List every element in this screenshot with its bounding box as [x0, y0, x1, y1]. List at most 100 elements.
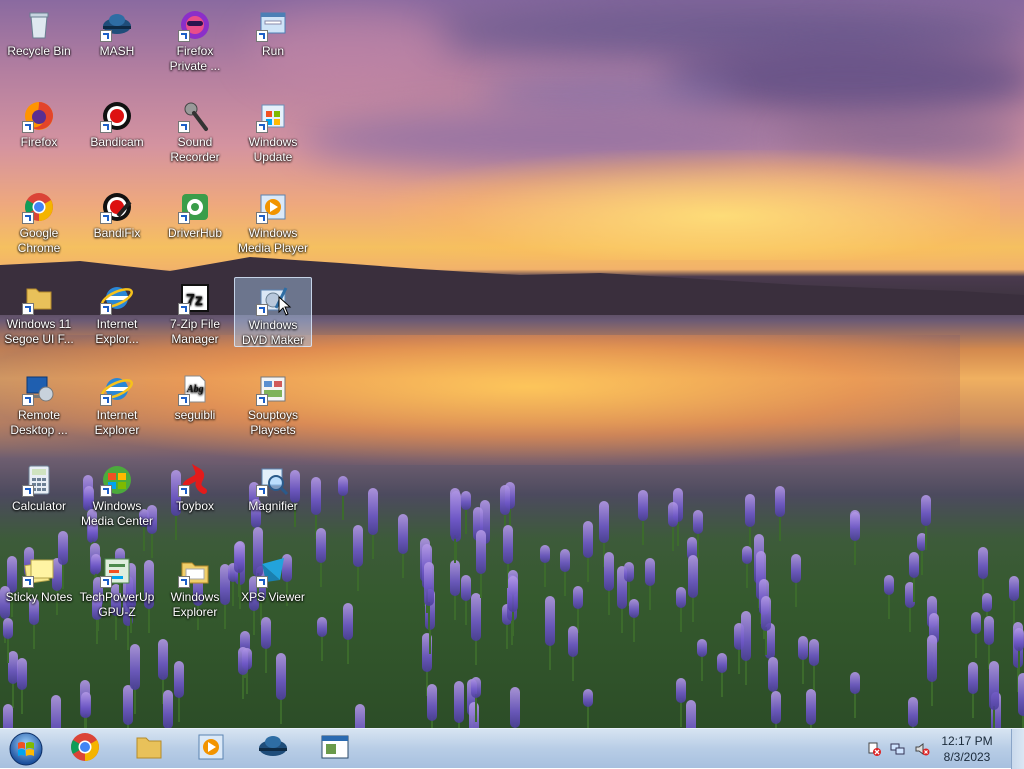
shortcut-arrow-icon — [22, 394, 34, 406]
desktop-icon-label: Windows Update — [248, 135, 298, 164]
desktop-icon-label: MASH — [99, 44, 135, 58]
desktop-background[interactable]: Recycle Bin MASH Firefox Private ... Run Fir… — [0, 0, 1024, 728]
bandicam-icon — [100, 99, 134, 133]
magnifier-icon — [256, 463, 290, 497]
shortcut-arrow-icon — [256, 485, 268, 497]
desktop-icon-driverhub[interactable]: DriverHub — [156, 186, 234, 256]
system-clock[interactable]: 12:17 PM 8/3/2023 — [936, 733, 998, 765]
show-desktop-button[interactable] — [1011, 729, 1024, 769]
desktop-icon-bandifix[interactable]: BandiFix — [78, 186, 156, 256]
shortcut-arrow-icon — [178, 212, 190, 224]
desktop-icon-label: BandiFix — [93, 226, 141, 240]
firefox-private-icon — [178, 8, 212, 42]
shortcut-arrow-icon — [178, 121, 190, 133]
recycle-bin-icon — [22, 8, 56, 42]
calculator-icon — [22, 463, 56, 497]
explorer-folder-icon — [178, 554, 212, 588]
xps-viewer-icon — [256, 554, 290, 588]
shortcut-arrow-icon — [100, 30, 112, 42]
shortcut-arrow-icon — [178, 394, 190, 406]
desktop-icon-label: Magnifier — [248, 499, 298, 513]
shortcut-arrow-icon — [22, 212, 34, 224]
desktop-icon-label: Toybox — [175, 499, 215, 513]
desktop-icon-remote-desktop[interactable]: Remote Desktop ... — [0, 368, 78, 438]
remote-desktop-icon — [22, 372, 56, 406]
desktop-icon-windows-media-player[interactable]: Windows Media Player — [234, 186, 312, 256]
desktop-icon-label: Windows Media Player — [237, 226, 309, 255]
shortcut-arrow-icon — [178, 485, 190, 497]
desktop-icon-mash[interactable]: MASH — [78, 4, 156, 74]
desktop-icon-calculator[interactable]: Calculator — [0, 459, 78, 529]
desktop-icon-seguibli[interactable]: Abg seguibli — [156, 368, 234, 438]
shortcut-arrow-icon — [256, 394, 268, 406]
desktop-icon-firefox-private[interactable]: Firefox Private ... — [156, 4, 234, 74]
shortcut-arrow-icon — [22, 303, 34, 315]
desktop-icon-label: Recycle Bin — [7, 44, 71, 58]
desktop-icon-windows-11-segoe-ui-f[interactable]: Windows 11 Segoe UI F... — [0, 277, 78, 347]
media-player-taskbar-button[interactable] — [188, 732, 234, 766]
window-icon — [318, 730, 352, 769]
desktop-icon-label: Calculator — [11, 499, 67, 513]
desktop-icon-souptoys-playsets[interactable]: Souptoys Playsets — [234, 368, 312, 438]
shortcut-arrow-icon — [100, 576, 112, 588]
desktop-icon-bandicam[interactable]: Bandicam — [78, 95, 156, 165]
run-icon — [256, 8, 290, 42]
desktop-icon-toybox[interactable]: Toybox — [156, 459, 234, 529]
desktop-icon-google-chrome[interactable]: Google Chrome — [0, 186, 78, 256]
window-taskbar-button[interactable] — [312, 732, 358, 766]
desktop-icon-internet-explor[interactable]: Internet Explor... — [78, 277, 156, 347]
desktop-icon-label: Google Chrome — [17, 226, 61, 255]
desktop-icon-label: Windows 11 Segoe UI F... — [4, 317, 74, 346]
action-center-icon[interactable] — [866, 741, 882, 757]
bandifix-icon — [100, 190, 134, 224]
desktop-icon-sound-recorder[interactable]: Sound Recorder — [156, 95, 234, 165]
shortcut-arrow-icon — [100, 394, 112, 406]
media-center-icon — [100, 463, 134, 497]
desktop-icon-label: Sound Recorder — [170, 135, 220, 164]
desktop-icon-internet-explorer[interactable]: Internet Explorer — [78, 368, 156, 438]
toybox-icon — [178, 463, 212, 497]
desktop-icon-label: Firefox — [20, 135, 58, 149]
folder-icon — [132, 730, 166, 769]
mash-icon — [100, 8, 134, 42]
desktop-icon-7-zip-file-manager[interactable]: 7z 7-Zip File Manager — [156, 277, 234, 347]
desktop-icon-magnifier[interactable]: Magnifier — [234, 459, 312, 529]
mash-taskbar-button[interactable] — [250, 732, 296, 766]
media-player-icon — [256, 190, 290, 224]
desktop-icon-label: Firefox Private ... — [169, 44, 221, 73]
microphone-icon — [178, 99, 212, 133]
volume-muted-icon[interactable] — [914, 741, 930, 757]
shortcut-arrow-icon — [100, 303, 112, 315]
desktop-icon-label: Internet Explorer — [94, 408, 140, 437]
desktop-icon-windows-explorer[interactable]: Windows Explorer — [156, 550, 234, 620]
shortcut-arrow-icon — [22, 576, 34, 588]
shortcut-arrow-icon — [100, 212, 112, 224]
driverhub-icon — [178, 190, 212, 224]
mash-icon — [256, 730, 290, 769]
desktop-icon-techpowerup-gpu-z[interactable]: TechPowerUp GPU-Z — [78, 550, 156, 620]
desktop-icon-windows-media-center[interactable]: Windows Media Center — [78, 459, 156, 529]
clock-time: 12:17 PM — [941, 734, 993, 748]
internet-explorer-icon — [100, 281, 134, 315]
desktop-icon-label: Windows DVD Maker — [241, 318, 304, 347]
chrome-taskbar-button[interactable] — [62, 732, 108, 766]
desktop-icon-sticky-notes[interactable]: Sticky Notes — [0, 550, 78, 620]
sticky-notes-icon — [22, 554, 56, 588]
shortcut-arrow-icon — [100, 485, 112, 497]
desktop-icon-windows-dvd-maker[interactable]: Windows DVD Maker — [234, 277, 312, 347]
desktop-icon-recycle-bin[interactable]: Recycle Bin — [0, 4, 78, 74]
shortcut-arrow-icon — [256, 30, 268, 42]
media-player-icon — [194, 730, 228, 769]
explorer-taskbar-button[interactable] — [126, 732, 172, 766]
desktop-icon-firefox[interactable]: Firefox — [0, 95, 78, 165]
desktop-icon-windows-update[interactable]: Windows Update — [234, 95, 312, 165]
network-icon[interactable] — [890, 741, 906, 757]
chrome-icon — [22, 190, 56, 224]
shortcut-arrow-icon — [256, 212, 268, 224]
start-button[interactable] — [2, 732, 50, 766]
desktop-icon-xps-viewer[interactable]: XPS Viewer — [234, 550, 312, 620]
clock-date: 8/3/2023 — [943, 750, 991, 764]
desktop-icon-label: 7-Zip File Manager — [169, 317, 220, 346]
desktop-icon-run[interactable]: Run — [234, 4, 312, 74]
font-file-icon: Abg — [178, 372, 212, 406]
